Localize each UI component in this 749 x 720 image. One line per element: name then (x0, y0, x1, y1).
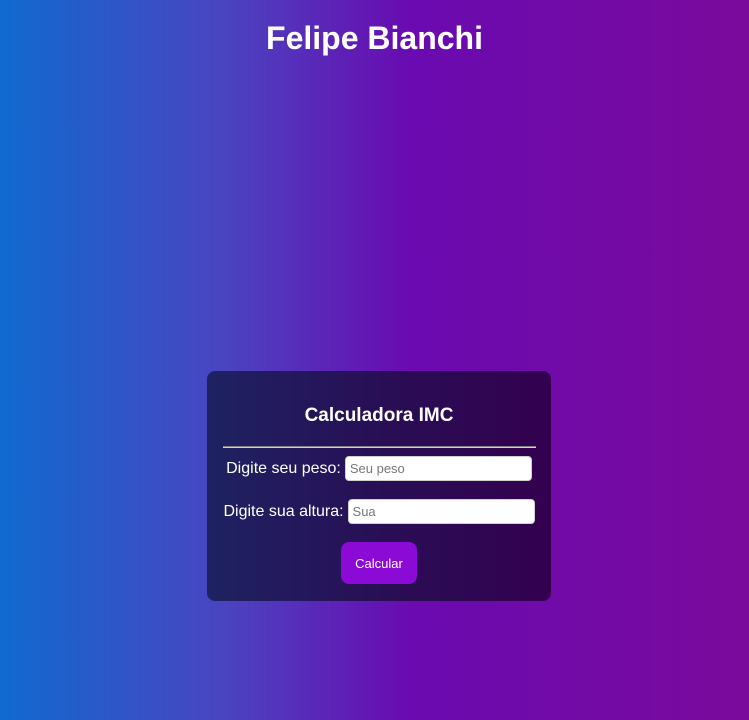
weight-row: Digite seu peso: (207, 456, 551, 481)
weight-input[interactable] (344, 456, 532, 481)
page-title: Felipe Bianchi (266, 20, 483, 56)
height-row: Digite sua altura: (207, 499, 551, 524)
calculator-title: Calculadora IMC (304, 405, 454, 426)
calculate-button[interactable]: Calcular (341, 542, 417, 584)
divider (223, 446, 536, 448)
height-label: Digite sua altura: (223, 502, 344, 520)
weight-label: Digite seu peso: (226, 459, 341, 477)
height-input[interactable] (347, 499, 535, 524)
imc-calculator-card: Calculadora IMC Digite seu peso: Digite … (207, 371, 551, 601)
